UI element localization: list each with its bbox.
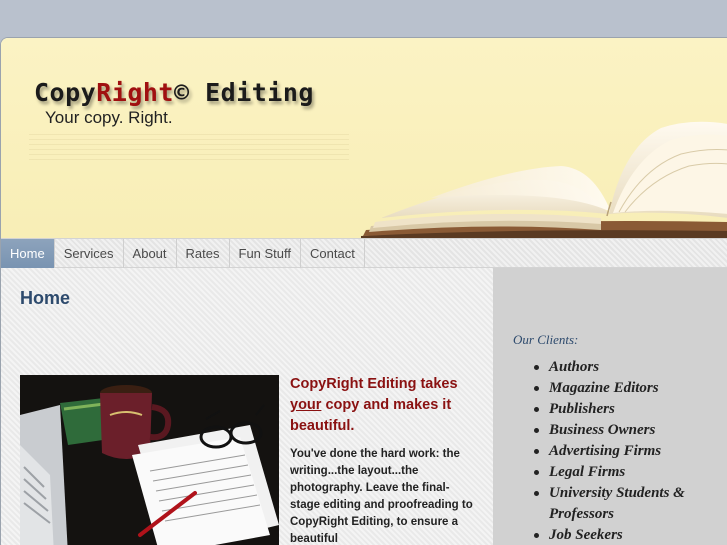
list-item: Magazine Editors: [530, 378, 720, 399]
main-content: Home CopyRight Editing takes your copy a…: [1, 268, 493, 545]
clients-list: Authors Magazine Editors Publishers Busi…: [530, 357, 720, 545]
clients-title: Our Clients:: [513, 332, 579, 347]
list-item: University Students & Professors: [530, 483, 720, 525]
nav-fun-stuff[interactable]: Fun Stuff: [230, 239, 302, 269]
sidebar: Our Clients: Authors Magazine Editors Pu…: [493, 268, 727, 545]
list-item: Advertising Firms: [530, 441, 720, 462]
site-header: CopyRight© Editing Your copy. Right.: [1, 38, 727, 238]
list-item: Job Seekers: [530, 525, 720, 545]
laptop-coffee-photo: [20, 375, 279, 545]
site-frame: CopyRight© Editing Your copy. Right. Hom…: [0, 37, 727, 545]
open-book-image: [361, 121, 727, 238]
nav-services[interactable]: Services: [55, 239, 124, 269]
logo-right: Right: [96, 78, 174, 107]
logo-editing: © Editing: [173, 78, 314, 107]
intro-emphasis: your: [290, 397, 322, 413]
site-logo[interactable]: CopyRight© Editing: [34, 78, 314, 107]
list-item: Business Owners: [530, 420, 720, 441]
list-item: Authors: [530, 357, 720, 378]
list-item: Legal Firms: [530, 462, 720, 483]
intro-text-start: CopyRight Editing takes: [290, 376, 458, 392]
logo-copy: Copy: [34, 78, 97, 107]
nav-about[interactable]: About: [124, 239, 177, 269]
page-title: Home: [20, 288, 71, 308]
intro-body: You've done the hard work: the writing..…: [290, 448, 473, 545]
list-item: Publishers: [530, 399, 720, 420]
nav-home[interactable]: Home: [1, 239, 55, 269]
intro-heading: CopyRight Editing takes your copy and ma…: [290, 374, 480, 437]
nav-contact[interactable]: Contact: [301, 239, 365, 269]
site-tagline: Your copy. Right.: [45, 108, 173, 127]
main-navigation: Home Services About Rates Fun Stuff Cont…: [1, 238, 727, 269]
nav-rates[interactable]: Rates: [177, 239, 230, 269]
header-decoration: [29, 130, 349, 160]
